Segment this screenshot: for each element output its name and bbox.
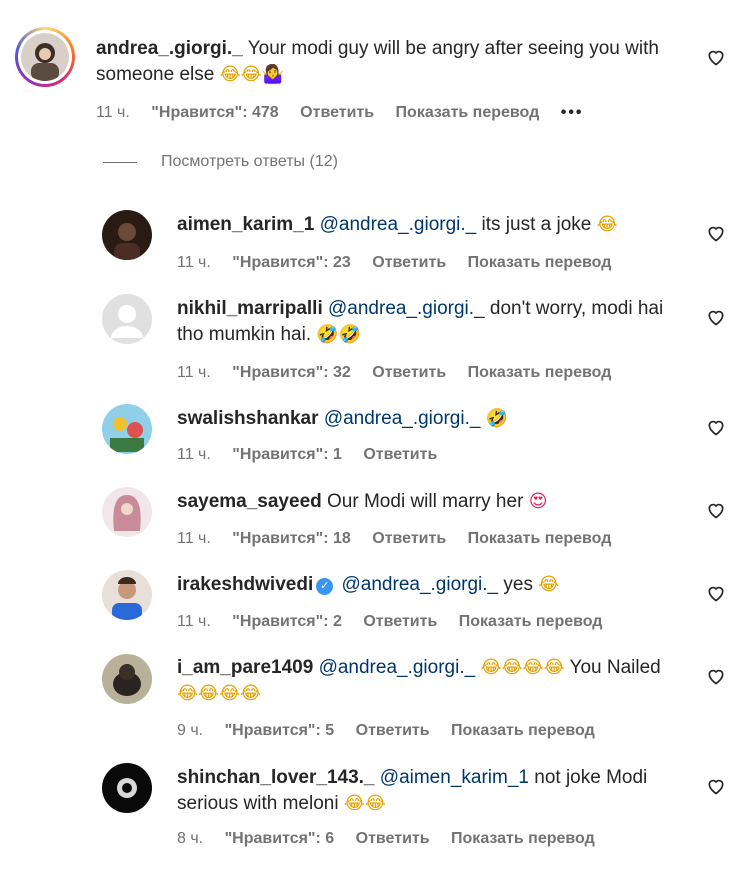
dark-circle-avatar-icon[interactable] [102, 763, 152, 813]
reply-mention[interactable]: @andrea_.giorgi._ [320, 214, 477, 235]
dark-photo-avatar-icon[interactable] [102, 210, 152, 260]
dog-avatar-icon[interactable] [102, 654, 152, 704]
reply-text: sayema_sayeed Our Modi will marry her 😍 [177, 489, 687, 515]
reply-button[interactable]: Ответить [363, 613, 437, 630]
reply-username[interactable]: i_am_pare1409 [177, 657, 313, 678]
reply-button[interactable]: Ответить [356, 830, 430, 847]
translate-button[interactable]: Показать перевод [468, 530, 612, 547]
reply-mention[interactable]: @andrea_.giorgi._ [342, 574, 499, 595]
reply-time[interactable]: 8 ч. [177, 830, 203, 847]
comment-username[interactable]: andrea_.giorgi._ [96, 38, 243, 59]
like-heart-icon[interactable] [706, 776, 726, 796]
reply-time[interactable]: 11 ч. [177, 446, 211, 463]
reply-username[interactable]: shinchan_lover_143._ [177, 767, 375, 788]
reply-username[interactable]: aimen_karim_1 [177, 214, 314, 235]
reply-text: shinchan_lover_143._ @aimen_karim_1 not … [177, 765, 687, 817]
reply-meta: 11 ч. "Нравится": 23 Ответить Показать п… [177, 254, 628, 272]
reply-body: its just a joke [481, 214, 592, 235]
reply-text: nikhil_marripalli @andrea_.giorgi._ don'… [177, 296, 687, 348]
reply-emojis: 😂 [596, 214, 618, 235]
reply-body: You Nailed [569, 657, 661, 678]
reply-meta: 11 ч. "Нравится": 2 Ответить Показать пе… [177, 613, 619, 631]
comment-text: andrea_.giorgi._ Your modi guy will be a… [96, 36, 686, 88]
man-avatar-icon[interactable] [102, 570, 152, 620]
reply-likes[interactable]: "Нравится": 18 [232, 530, 351, 547]
reply-username[interactable]: nikhil_marripalli [177, 298, 323, 319]
reply-time[interactable]: 11 ч. [177, 530, 211, 547]
reply-text: i_am_pare1409 @andrea_.giorgi._ 😂😂😂😂 You… [177, 655, 667, 707]
like-heart-icon[interactable] [706, 47, 726, 67]
reply-emojis: 😂😂 [343, 793, 386, 814]
reply-time[interactable]: 11 ч. [177, 254, 211, 271]
reply-likes[interactable]: "Нравится": 6 [225, 830, 335, 847]
reply-button[interactable]: Ответить [372, 530, 446, 547]
reply-username[interactable]: sayema_sayeed [177, 491, 322, 512]
reply-time[interactable]: 11 ч. [177, 613, 211, 630]
reply-body: Our Modi will marry her [327, 491, 524, 512]
reply-button[interactable]: Ответить [356, 722, 430, 739]
translate-button[interactable]: Показать перевод [451, 830, 595, 847]
reply-likes[interactable]: "Нравится": 32 [232, 364, 351, 381]
reply-mention[interactable]: @andrea_.giorgi._ [319, 657, 476, 678]
reply-button[interactable]: Ответить [363, 446, 437, 463]
reply-time[interactable]: 9 ч. [177, 722, 203, 739]
reply-likes[interactable]: "Нравится": 5 [225, 722, 335, 739]
translate-button[interactable]: Показать перевод [459, 613, 603, 630]
reply-button[interactable]: Ответить [300, 104, 374, 121]
default-user-avatar-icon[interactable] [102, 294, 152, 344]
cartoon-avatar-icon[interactable] [102, 404, 152, 454]
comment-time[interactable]: 11 ч. [96, 104, 130, 121]
reply-emojis: 😍 [528, 491, 548, 512]
reply-meta: 11 ч. "Нравится": 32 Ответить Показать п… [177, 364, 628, 382]
reply-likes[interactable]: "Нравится": 1 [232, 446, 342, 463]
reply-text: aimen_karim_1 @andrea_.giorgi._ its just… [177, 212, 687, 238]
reply-time[interactable]: 11 ч. [177, 364, 211, 381]
replies-divider [103, 161, 137, 163]
reply-mention[interactable]: @aimen_karim_1 [380, 767, 529, 788]
view-replies-label: Посмотреть ответы (12) [161, 153, 338, 170]
reply-emojis: 😂 [538, 574, 560, 595]
comment-likes[interactable]: "Нравится": 478 [151, 104, 278, 121]
translate-button[interactable]: Показать перевод [396, 104, 540, 121]
girl-avatar-icon [21, 33, 69, 81]
reply-emojis-leading: 😂😂😂😂 [480, 657, 565, 678]
reply-likes[interactable]: "Нравится": 23 [232, 254, 351, 271]
reply-meta: 8 ч. "Нравится": 6 Ответить Показать пер… [177, 830, 612, 848]
view-replies-button[interactable]: Посмотреть ответы (12) [103, 153, 338, 171]
reply-meta: 9 ч. "Нравится": 5 Ответить Показать пер… [177, 722, 612, 740]
reply-button[interactable]: Ответить [372, 254, 446, 271]
verified-badge-icon: ✓ [316, 578, 334, 595]
like-heart-icon[interactable] [706, 307, 726, 327]
like-heart-icon[interactable] [706, 583, 726, 603]
reply-text: swalishshankar @andrea_.giorgi._ 🤣 [177, 406, 687, 432]
story-ring[interactable] [15, 27, 75, 87]
reply-text: irakeshdwivedi ✓ @andrea_.giorgi._ yes 😂 [177, 572, 687, 598]
pink-hijab-avatar-icon[interactable] [102, 487, 152, 537]
comment-emojis: 😂😂🤷‍♀️ [219, 64, 285, 85]
reply-emojis: 🤣 [485, 408, 509, 429]
like-heart-icon[interactable] [706, 223, 726, 243]
reply-meta: 11 ч. "Нравится": 1 Ответить [177, 446, 454, 464]
more-options-icon[interactable]: ••• [561, 104, 584, 121]
like-heart-icon[interactable] [706, 666, 726, 686]
translate-button[interactable]: Показать перевод [468, 364, 612, 381]
reply-likes[interactable]: "Нравится": 2 [232, 613, 342, 630]
reply-emojis: 😂😂😂😂 [177, 683, 262, 704]
reply-mention[interactable]: @andrea_.giorgi._ [328, 298, 485, 319]
reply-emojis: 🤣🤣 [316, 324, 362, 345]
reply-meta: 11 ч. "Нравится": 18 Ответить Показать п… [177, 530, 628, 548]
reply-body: yes [503, 574, 533, 595]
reply-username[interactable]: irakeshdwivedi [177, 574, 313, 595]
like-heart-icon[interactable] [706, 500, 726, 520]
translate-button[interactable]: Показать перевод [468, 254, 612, 271]
reply-mention[interactable]: @andrea_.giorgi._ [324, 408, 481, 429]
translate-button[interactable]: Показать перевод [451, 722, 595, 739]
reply-button[interactable]: Ответить [372, 364, 446, 381]
like-heart-icon[interactable] [706, 417, 726, 437]
comment-meta: 11 ч. "Нравится": 478 Ответить Показать … [96, 104, 601, 122]
reply-username[interactable]: swalishshankar [177, 408, 319, 429]
